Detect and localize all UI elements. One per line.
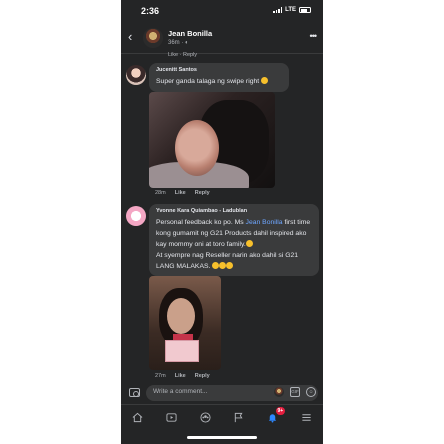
tab-watch[interactable] xyxy=(155,405,189,430)
home-icon xyxy=(132,412,143,423)
battery-icon xyxy=(299,7,311,13)
mention-link[interactable]: Jean Bonilla xyxy=(246,219,283,226)
tab-notifications[interactable]: 9+ xyxy=(256,405,290,430)
home-indicator xyxy=(187,436,257,439)
status-indicators: LTE xyxy=(273,7,311,13)
comment-time: 28m xyxy=(155,190,166,196)
like-link[interactable]: Like xyxy=(175,373,186,379)
emoji-icon xyxy=(219,262,227,269)
comment-author[interactable]: Jucenitt Santos xyxy=(156,67,282,73)
commenter-avatar[interactable] xyxy=(126,206,146,226)
emoji-icon xyxy=(245,240,253,247)
bottom-tab-bar: 9+ xyxy=(121,404,323,430)
comment-bubble[interactable]: Yvonne Kara Quiambao - Ladublan Personal… xyxy=(149,204,319,276)
author-avatar[interactable] xyxy=(143,28,163,48)
menu-icon xyxy=(302,414,311,421)
comment-text: Personal feedback ko po. Ms Jean Bonilla… xyxy=(156,217,312,272)
tab-menu[interactable] xyxy=(289,405,323,430)
video-icon xyxy=(166,413,177,422)
comment-actions: 27m Like Reply xyxy=(155,373,210,379)
comment-input-placeholder: Write a comment... xyxy=(153,388,208,395)
camera-icon[interactable] xyxy=(129,388,140,397)
tab-home[interactable] xyxy=(121,405,155,430)
comment-text-body: Super ganda talaga ng swipe right xyxy=(156,78,260,85)
comment-text: Super ganda talaga ng swipe right xyxy=(156,76,282,87)
status-time: 2:36 xyxy=(141,6,160,16)
emoji-icon xyxy=(212,262,220,269)
post-header: ‹ Jean Bonilla 36m · ◐ ••• xyxy=(121,22,323,54)
comment-author[interactable]: Yvonne Kara Quiambao - Ladublan xyxy=(156,208,312,214)
comments-feed: Like · Reply Jucenitt Santos Super ganda… xyxy=(121,52,323,384)
tab-pages[interactable] xyxy=(222,405,256,430)
comment-time: 27m xyxy=(155,373,166,379)
avatar-sticker-icon[interactable] xyxy=(274,387,284,397)
more-options-icon[interactable]: ••• xyxy=(310,31,318,41)
reply-link[interactable]: Reply xyxy=(195,373,210,379)
comment-photo[interactable] xyxy=(149,92,275,188)
emoji-icon xyxy=(261,77,269,84)
status-bar: 2:36 LTE xyxy=(121,0,323,22)
groups-icon xyxy=(200,412,211,423)
comment-photo[interactable] xyxy=(149,276,221,370)
author-name[interactable]: Jean Bonilla xyxy=(168,29,212,38)
globe-icon: ◐ xyxy=(185,40,189,46)
flag-icon xyxy=(235,412,243,423)
reply-link[interactable]: Reply xyxy=(195,190,210,196)
post-time-value: 36m xyxy=(168,40,180,46)
comment-actions: 28m Like Reply xyxy=(155,190,210,196)
comment-bubble[interactable]: Jucenitt Santos Super ganda talaga ng sw… xyxy=(149,63,289,92)
emoji-icon xyxy=(226,262,234,269)
back-chevron-icon[interactable]: ‹ xyxy=(128,30,132,43)
previous-comment-actions: Like · Reply xyxy=(168,52,198,58)
tab-groups[interactable] xyxy=(188,405,222,430)
signal-icon xyxy=(273,7,283,13)
post-time: 36m · ◐ xyxy=(168,40,189,46)
comment-text-part: Personal feedback ko po. Ms xyxy=(156,219,246,226)
like-link[interactable]: Like xyxy=(175,190,186,196)
phone-screen: 2:36 LTE ‹ Jean Bonilla 36m · ◐ ••• Like… xyxy=(121,0,323,444)
emoji-picker-icon[interactable]: ☺ xyxy=(306,387,316,397)
network-label: LTE xyxy=(285,7,296,13)
gif-icon[interactable]: GIF xyxy=(290,387,300,397)
commenter-avatar[interactable] xyxy=(126,65,146,85)
notification-badge: 9+ xyxy=(275,407,286,415)
comment-composer: Write a comment... GIF ☺ xyxy=(121,384,323,402)
